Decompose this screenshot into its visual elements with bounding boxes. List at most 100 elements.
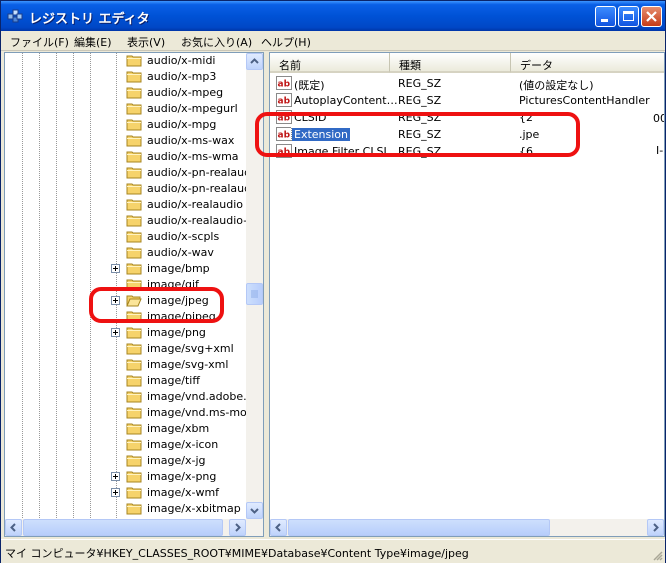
tree-item-label: audio/x-realaudio-s [147, 214, 253, 227]
menu-favorites[interactable]: お気に入り(A) [181, 34, 252, 50]
tree-item[interactable]: image/x-jg [5, 453, 248, 469]
tree-vertical-scroll-thumb[interactable] [246, 283, 263, 305]
tree-item[interactable]: audio/x-ms-wax [5, 133, 248, 149]
plus-box-icon[interactable] [111, 472, 120, 481]
tree-vertical-scrollbar[interactable] [246, 53, 263, 519]
maximize-icon [623, 11, 634, 21]
tree-item[interactable]: image/x-icon [5, 437, 248, 453]
folder-icon [126, 391, 142, 403]
tree-item-label: image/vnd.ms-modi [147, 406, 257, 419]
plus-box-icon[interactable] [111, 264, 120, 273]
menu-help[interactable]: ヘルプ(H) [261, 34, 311, 50]
tree-item[interactable]: image/x-xbitmap [5, 501, 248, 517]
svg-text:ab: ab [278, 97, 291, 107]
folder-icon [126, 311, 142, 323]
folder-icon [126, 279, 142, 291]
folder-icon [126, 407, 142, 419]
column-header-name[interactable]: 名前 [270, 53, 390, 73]
chevron-left-icon [10, 523, 16, 532]
value-row[interactable]: ab (既定) REG_SZ (値の設定なし) [270, 75, 664, 92]
list-horizontal-scroll-thumb[interactable] [288, 519, 550, 536]
scroll-left-button[interactable] [270, 519, 287, 536]
value-row[interactable]: ab CLSID REG_SZ {2 [270, 109, 664, 126]
list-horizontal-scrollbar[interactable] [270, 519, 664, 536]
tree-item[interactable]: image/svg+xml [5, 341, 248, 357]
folder-icon [126, 55, 142, 67]
tree-item[interactable]: image/xbm [5, 421, 248, 437]
string-value-icon: ab [276, 110, 292, 124]
folder-icon [126, 343, 142, 355]
folder-icon [126, 183, 142, 195]
folder-icon [126, 263, 142, 275]
minimize-button[interactable] [595, 6, 616, 27]
plus-box-icon[interactable] [111, 328, 120, 337]
folder-icon [126, 455, 142, 467]
tree-item[interactable]: image/bmp [5, 261, 248, 277]
tree-item-label: audio/x-midi [147, 54, 216, 67]
tree-item[interactable]: image/x-png [5, 469, 248, 485]
folder-icon [126, 471, 142, 483]
folder-icon [126, 135, 142, 147]
scroll-left-button[interactable] [5, 519, 22, 536]
resize-grip-icon[interactable] [651, 549, 663, 561]
tree-item-label: image/xbm [147, 422, 210, 435]
tree-item[interactable]: audio/x-pn-realaudi [5, 165, 254, 181]
tree-item-label: image/tiff [147, 374, 200, 387]
value-row[interactable]: ab Extension REG_SZ .jpe [270, 126, 664, 143]
tree-item[interactable]: audio/x-scpls [5, 229, 248, 245]
tree-item[interactable]: image/tiff [5, 373, 248, 389]
tree-item[interactable]: image/vnd.adobe.sve [5, 389, 263, 405]
tree-item[interactable]: audio/x-ms-wma [5, 149, 248, 165]
tree-item[interactable]: audio/x-pn-realaudi [5, 181, 254, 197]
value-row[interactable]: ab Image Filter CLSI… REG_SZ {6 [270, 143, 664, 160]
folder-icon [126, 327, 142, 339]
menu-view[interactable]: 表示(V) [127, 34, 165, 50]
tree-horizontal-scroll-thumb[interactable] [23, 519, 223, 536]
plus-box-icon[interactable] [111, 296, 120, 305]
menu-edit[interactable]: 編集(E) [74, 34, 112, 50]
tree-item-label: audio/x-wav [147, 246, 214, 259]
tree-item[interactable]: audio/x-realaudio-s [5, 213, 253, 229]
tree-horizontal-scrollbar[interactable] [5, 519, 263, 536]
value-name: Extension [290, 127, 352, 142]
registry-editor-window: レジストリ エディタ ファイル(F) 編集(E) 表示(V) お気に入り(A) … [0, 0, 666, 563]
column-header-type[interactable]: 種類 [390, 53, 511, 73]
value-list-pane[interactable]: 名前 種類 データ ab (既定) REG_SZ (値の設定なし) ab Autoplay… [269, 52, 665, 537]
tree-item-label: image/x-xbitmap [147, 502, 241, 515]
tree-item[interactable]: audio/x-mpegurl [5, 101, 248, 117]
tree-item-label: image/jpeg [147, 294, 209, 307]
scroll-down-button[interactable] [246, 502, 263, 519]
tree-item[interactable]: audio/x-mpeg [5, 85, 248, 101]
folder-icon [126, 215, 142, 227]
tree-item[interactable]: audio/x-mp3 [5, 69, 248, 85]
tree-item[interactable]: audio/x-realaudio [5, 197, 248, 213]
tree-item[interactable]: audio/x-midi [5, 53, 248, 69]
menu-bar: ファイル(F) 編集(E) 表示(V) お気に入り(A) ヘルプ(H) [1, 31, 665, 51]
maximize-button[interactable] [618, 6, 639, 27]
column-header-data[interactable]: データ [511, 53, 664, 73]
menu-file[interactable]: ファイル(F) [10, 34, 69, 50]
tree-item[interactable]: audio/x-mpg [5, 117, 248, 133]
tree-item[interactable]: image/pjpeg [5, 309, 248, 325]
plus-box-icon[interactable] [111, 488, 120, 497]
tree-item[interactable]: image/vnd.ms-modi [5, 405, 257, 421]
close-button[interactable] [641, 6, 662, 27]
scroll-up-button[interactable] [246, 53, 263, 70]
folder-icon [126, 375, 142, 387]
clipped-data-mark: 00 [653, 112, 664, 125]
tree-item-label: image/x-icon [147, 438, 219, 451]
tree-item[interactable]: image/png [5, 325, 248, 341]
title-bar[interactable]: レジストリ エディタ [1, 1, 665, 31]
scroll-right-button[interactable] [647, 519, 664, 536]
tree-item[interactable]: image/gif [5, 277, 248, 293]
scroll-right-button[interactable] [229, 519, 246, 536]
tree-item[interactable]: image/svg-xml [5, 357, 248, 373]
folder-icon [126, 87, 142, 99]
folder-icon [126, 167, 142, 179]
key-tree-pane[interactable]: audio/x-midi audio/x-mp3 audio/x-mpeg audio… [4, 52, 264, 537]
tree-item[interactable]: image/x-wmf [5, 485, 248, 501]
tree-item[interactable]: image/jpeg [5, 293, 248, 309]
value-row[interactable]: ab AutoplayContent… REG_SZ PicturesContentH… [270, 92, 664, 109]
tree-item-label: image/svg+xml [147, 342, 234, 355]
tree-item[interactable]: audio/x-wav [5, 245, 248, 261]
